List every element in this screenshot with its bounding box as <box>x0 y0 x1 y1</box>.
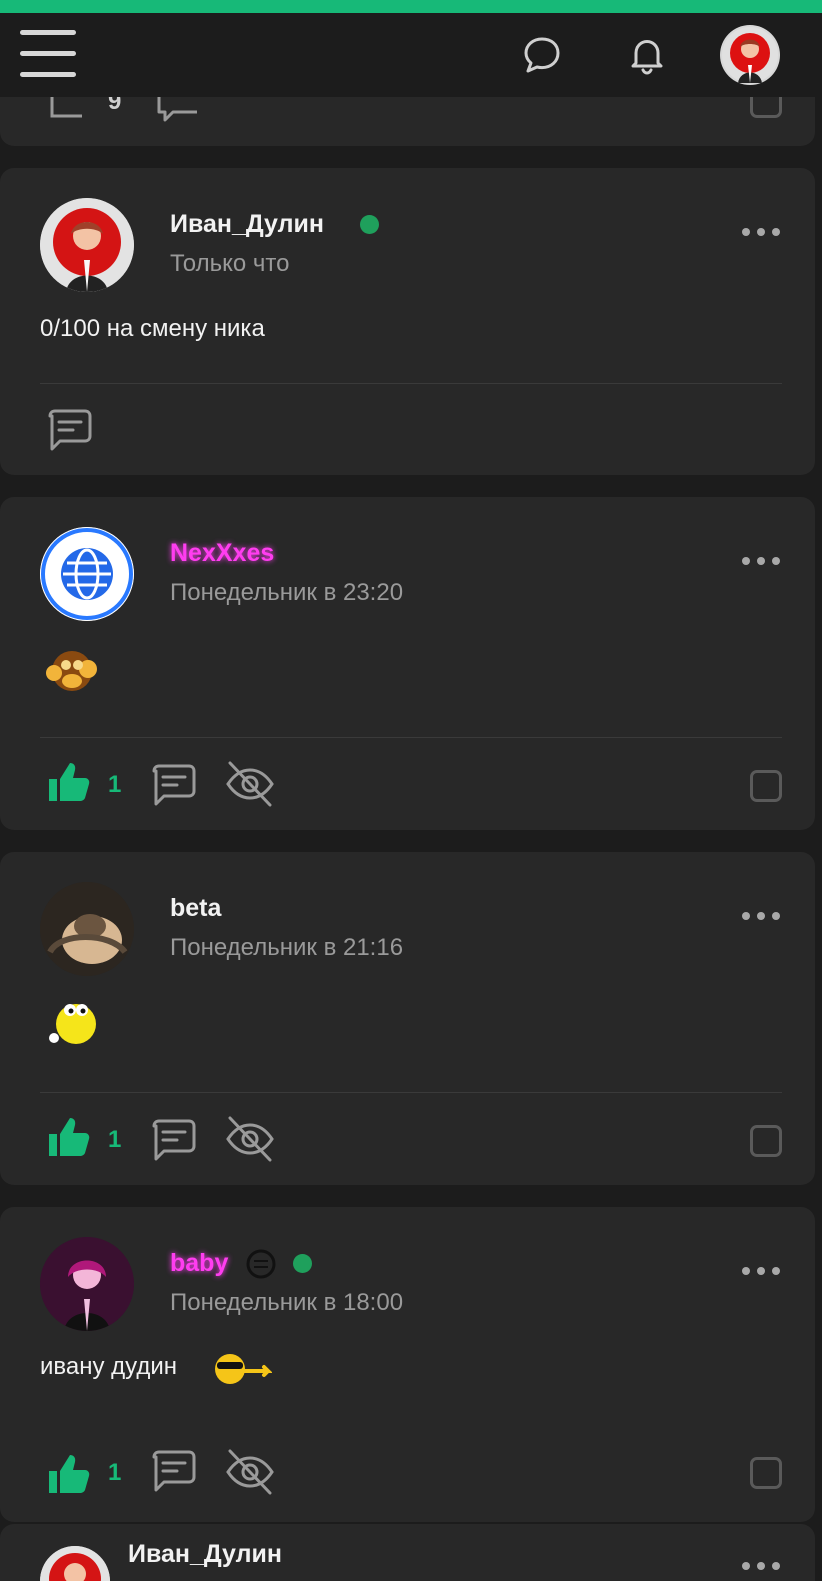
divider <box>40 1092 782 1093</box>
profile-avatar[interactable] <box>720 25 780 85</box>
online-indicator <box>293 1254 312 1273</box>
post-time: Понедельник в 18:00 <box>170 1289 404 1316</box>
like-count: 1 <box>108 771 122 798</box>
like-icon[interactable] <box>46 1114 92 1160</box>
comment-icon[interactable] <box>150 1447 198 1495</box>
chat-bubble-icon[interactable] <box>520 33 564 77</box>
yellow-smiley-sticker-icon <box>49 1004 96 1044</box>
post-card: beta Понедельник в 21:16 1 <box>0 852 815 1185</box>
more-options-icon[interactable] <box>742 1267 780 1277</box>
post-card: baby Понедельник в 18:00 ивану дудин 1 <box>0 1207 815 1522</box>
comment-icon[interactable] <box>150 1116 198 1164</box>
like-count: 1 <box>108 1126 122 1153</box>
post-text: ивану дудин <box>40 1353 178 1380</box>
like-count: 1 <box>108 1459 122 1486</box>
more-options-icon[interactable] <box>742 228 780 238</box>
post-time: Понедельник в 21:16 <box>170 934 404 961</box>
author-name[interactable]: NexXxes <box>170 539 274 568</box>
author-name[interactable]: Иван_Дулин <box>170 210 324 239</box>
like-icon[interactable] <box>46 759 92 805</box>
post-card: Иван_Дулин Только что 0/100 на смену ник… <box>0 168 815 475</box>
online-indicator <box>360 215 379 234</box>
author-avatar[interactable] <box>40 1237 134 1331</box>
comment-icon[interactable] <box>150 761 198 809</box>
hide-eye-icon[interactable] <box>224 1114 276 1164</box>
post-card: NexXxes Понедельник в 23:20 1 <box>0 497 815 830</box>
sleep-badge-icon <box>246 1249 276 1279</box>
top-accent-bar <box>0 0 822 13</box>
author-avatar[interactable] <box>40 882 134 976</box>
select-checkbox[interactable] <box>750 1457 782 1489</box>
divider <box>40 737 782 738</box>
author-name[interactable]: beta <box>170 894 221 923</box>
select-checkbox[interactable] <box>750 1125 782 1157</box>
more-options-icon[interactable] <box>742 557 780 567</box>
cool-smiley-sticker-icon <box>215 1354 272 1384</box>
post-time: Понедельник в 23:20 <box>170 579 404 606</box>
select-checkbox[interactable] <box>750 770 782 802</box>
more-options-icon[interactable] <box>742 912 780 922</box>
post-time: Только что <box>170 250 290 277</box>
post-text: 0/100 на смену ника <box>40 315 265 342</box>
divider <box>40 383 782 384</box>
app-header <box>0 13 822 97</box>
post-card: Иван_Дулин <box>0 1524 815 1581</box>
author-name[interactable]: baby <box>170 1249 228 1278</box>
like-icon[interactable] <box>46 1451 92 1497</box>
author-avatar[interactable] <box>40 198 134 292</box>
hamburger-menu-icon[interactable] <box>20 30 76 78</box>
author-avatar[interactable] <box>40 1546 110 1581</box>
author-avatar[interactable] <box>40 527 134 621</box>
author-name[interactable]: Иван_Дулин <box>128 1540 282 1569</box>
comment-icon[interactable] <box>46 406 94 454</box>
hide-eye-icon[interactable] <box>224 759 276 809</box>
more-options-icon[interactable] <box>742 1562 780 1572</box>
hide-eye-icon[interactable] <box>224 1447 276 1497</box>
monkey-sticker-icon <box>46 651 97 691</box>
bell-icon[interactable] <box>625 33 669 77</box>
